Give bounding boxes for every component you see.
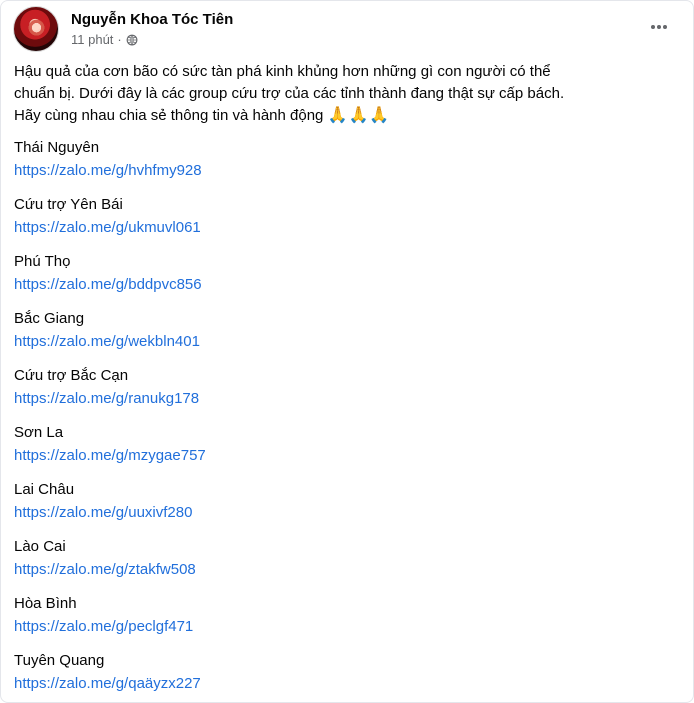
author-avatar[interactable] (13, 6, 59, 52)
group-item: Sơn La https://zalo.me/g/mzygae757 (14, 422, 675, 479)
group-link[interactable]: https://zalo.me/g/mzygae757 (14, 445, 675, 467)
facebook-post: Nguyễn Khoa Tóc Tiên 11 phút · Hậu quả c… (0, 0, 694, 703)
group-name: Hòa Bình (14, 595, 77, 612)
group-item: Tuyên Quang https://zalo.me/g/qaäyzx227 (14, 650, 675, 702)
group-item: Bắc Giang https://zalo.me/g/wekbln401 (14, 308, 675, 365)
group-link[interactable]: https://zalo.me/g/ztakfw508 (14, 559, 675, 581)
group-item: Hòa Bình https://zalo.me/g/peclgf471 (14, 593, 675, 650)
post-meta: Nguyễn Khoa Tóc Tiên 11 phút · (71, 10, 233, 48)
group-item: Cứu trợ Yên Bái https://zalo.me/g/ukmuvl… (14, 194, 675, 251)
group-name: Lai Châu (14, 481, 75, 498)
praying-hands-emoji: 🙏🙏🙏 (327, 107, 391, 124)
intro-line-3-text: Hãy cùng nhau chia sẻ thông tin và hành … (14, 107, 324, 124)
group-link[interactable]: https://zalo.me/g/uuxivf280 (14, 502, 675, 524)
time-separator: · (117, 31, 122, 47)
group-name: Sơn La (14, 424, 64, 441)
group-name: Phú Thọ (14, 253, 71, 270)
intro-line-1: Hậu quả của cơn bão có sức tàn phá kinh … (14, 63, 551, 80)
group-item: Phú Thọ https://zalo.me/g/bddpvc856 (14, 251, 675, 308)
group-name: Bắc Giang (14, 310, 85, 327)
intro-line-3: Hãy cùng nhau chia sẻ thông tin và hành … (14, 105, 678, 127)
group-link[interactable]: https://zalo.me/g/bddpvc856 (14, 274, 675, 296)
author-name[interactable]: Nguyễn Khoa Tóc Tiên (71, 10, 233, 29)
group-link[interactable]: https://zalo.me/g/qaäyzx227 (14, 673, 675, 695)
globe-icon[interactable] (126, 34, 138, 46)
group-name: Cứu trợ Bắc Cạn (14, 367, 129, 384)
group-name: Thái Nguyên (14, 139, 100, 156)
post-intro: Hậu quả của cơn bão có sức tàn phá kinh … (14, 61, 678, 127)
group-name: Cứu trợ Yên Bái (14, 196, 123, 213)
post-header: Nguyễn Khoa Tóc Tiên 11 phút · (13, 6, 233, 52)
intro-line-2: chuẩn bị. Dưới đây là các group cứu trợ … (14, 85, 565, 102)
group-name: Tuyên Quang (14, 652, 105, 669)
group-link[interactable]: https://zalo.me/g/ranukg178 (14, 388, 675, 410)
group-link[interactable]: https://zalo.me/g/wekbln401 (14, 331, 675, 353)
post-time-row: 11 phút · (71, 32, 233, 48)
group-link[interactable]: https://zalo.me/g/hvhfmy928 (14, 160, 675, 182)
post-content: Hậu quả của cơn bão có sức tàn phá kinh … (14, 61, 678, 702)
more-options-icon[interactable] (645, 13, 673, 41)
group-item: Cứu trợ Bắc Cạn https://zalo.me/g/ranukg… (14, 365, 675, 422)
group-link[interactable]: https://zalo.me/g/ukmuvl061 (14, 217, 675, 239)
group-link[interactable]: https://zalo.me/g/peclgf471 (14, 616, 675, 638)
group-item: Thái Nguyên https://zalo.me/g/hvhfmy928 (14, 137, 675, 194)
group-item: Lào Cai https://zalo.me/g/ztakfw508 (14, 536, 675, 593)
group-name: Lào Cai (14, 538, 66, 555)
post-time[interactable]: 11 phút (71, 32, 113, 48)
group-item: Lai Châu https://zalo.me/g/uuxivf280 (14, 479, 675, 536)
